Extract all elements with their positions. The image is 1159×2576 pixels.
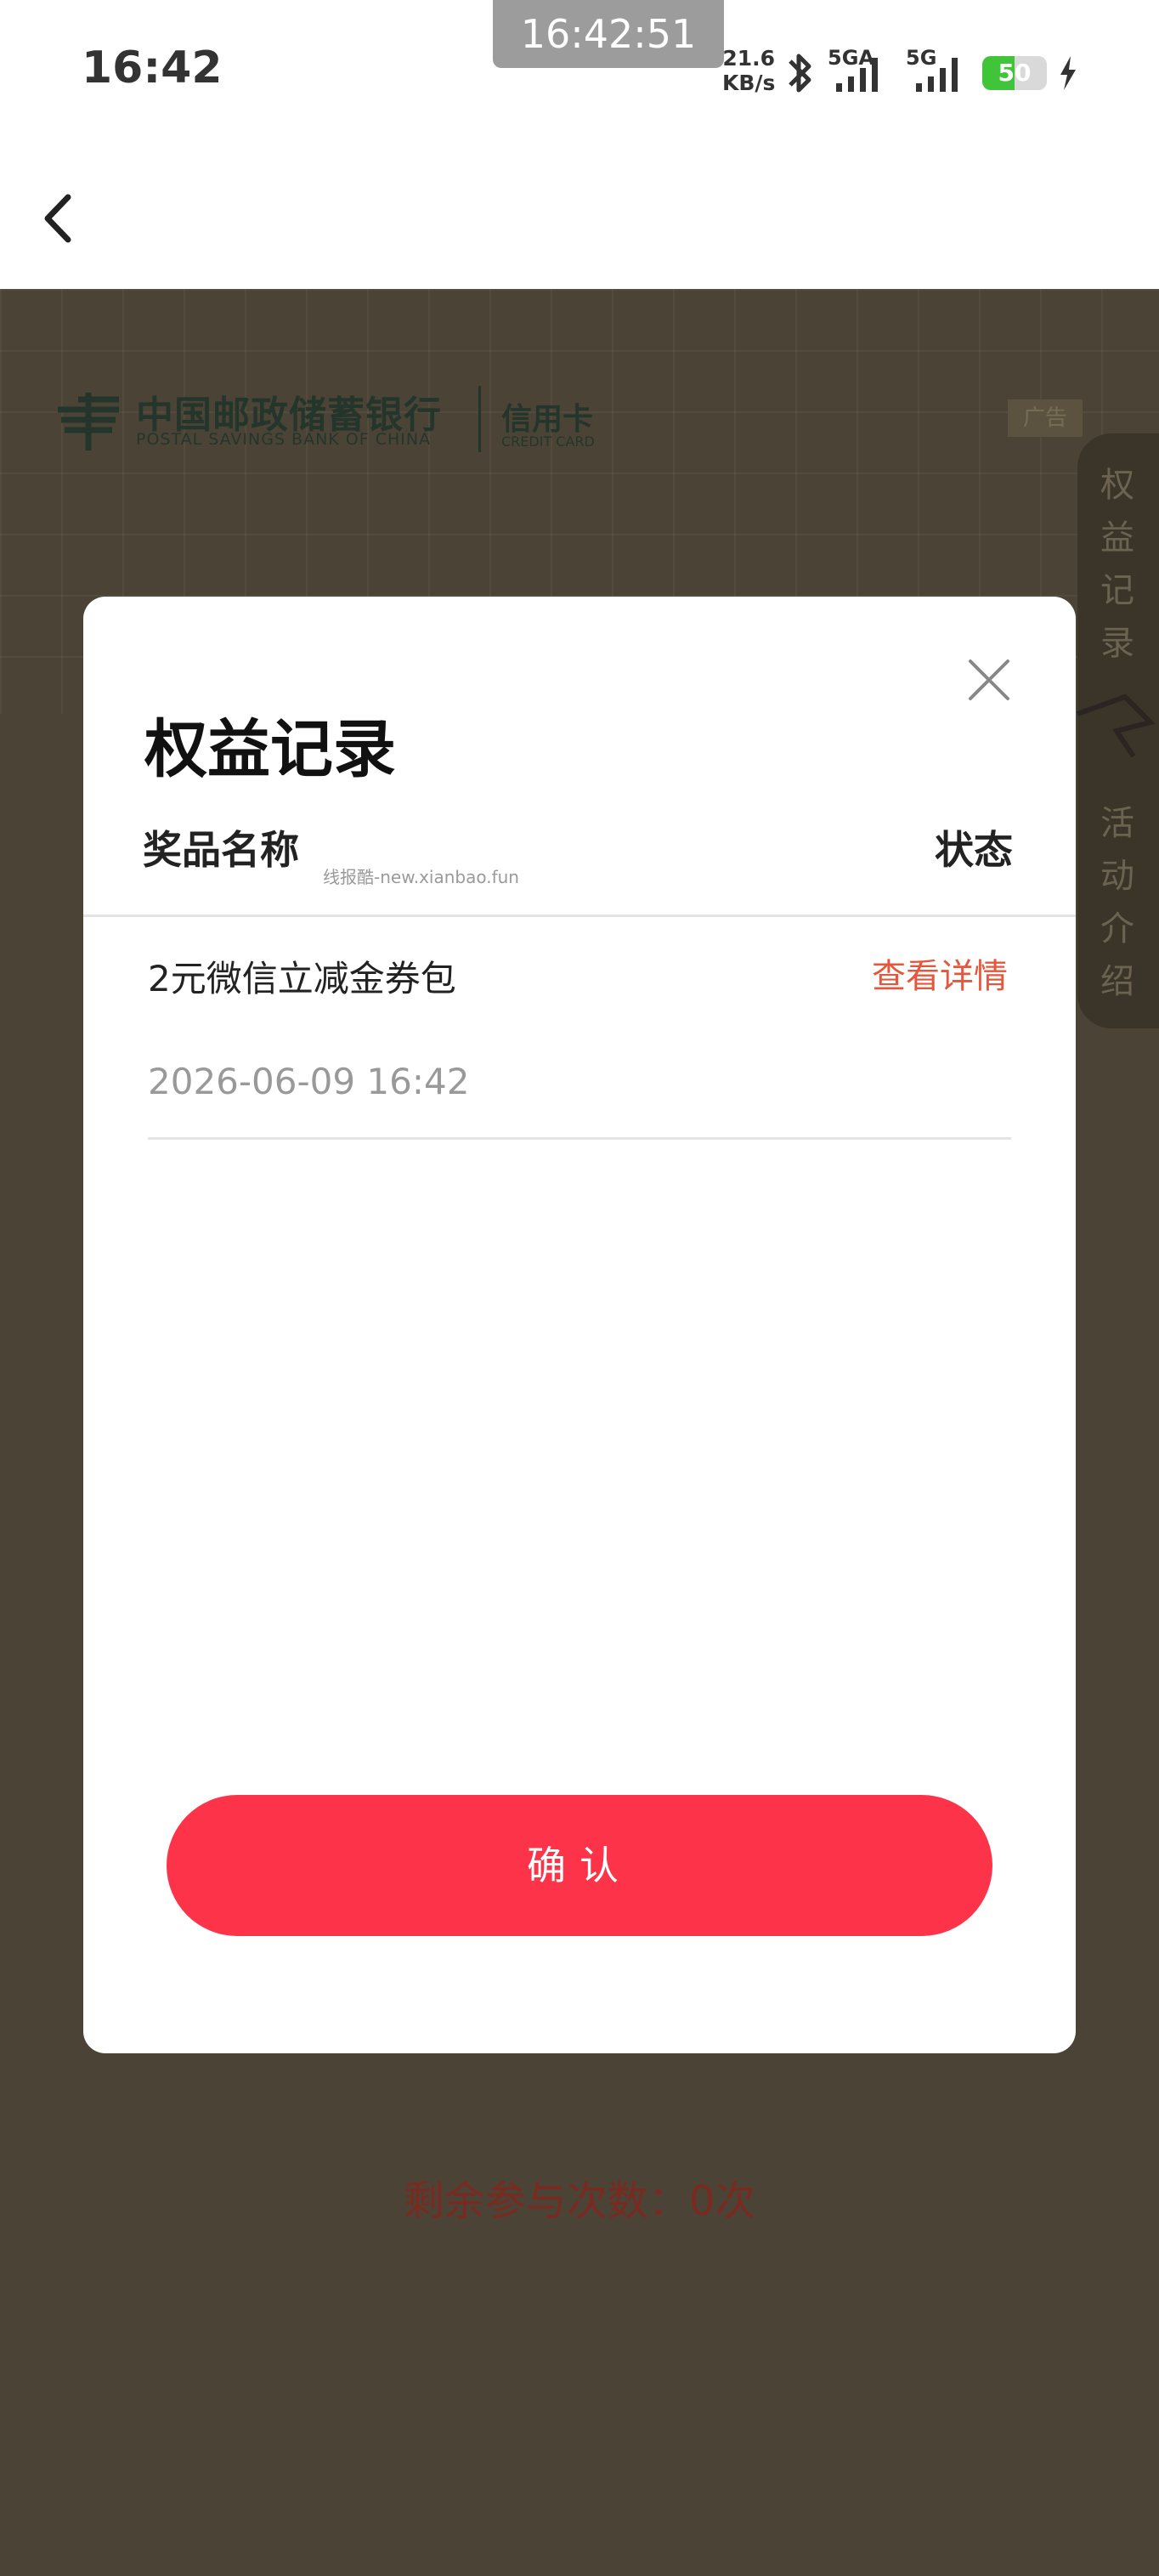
remaining-attempts: 剩余参与次数：0次 [403, 2177, 756, 2225]
credit-card-label-english: CREDIT CARD [501, 433, 595, 450]
bank-name-english: POSTAL SAVINGS BANK OF CHINA [136, 430, 432, 449]
battery-level: 50 [998, 59, 1032, 87]
column-header-prize-name: 奖品名称 [143, 827, 299, 873]
postal-bank-logo-icon [58, 393, 119, 450]
watermark: 线报酷-new.xianbao.fun [323, 867, 519, 887]
status-bar: 16:42 16:42:51 21.6 KB/s 5GA 5G 50 [0, 0, 1159, 243]
screenshot-timestamp: 16:42:51 [493, 0, 724, 68]
record-divider [148, 1137, 1011, 1140]
signal-icon [916, 58, 958, 92]
side-tab-intro[interactable]: 活动介绍 [1096, 797, 1139, 1008]
header-divider [83, 914, 1076, 917]
bluetooth-icon [789, 54, 811, 93]
record-timestamp: 2026-06-09 16:42 [148, 1061, 470, 1102]
side-tab-records[interactable]: 权益记录 [1096, 459, 1139, 670]
confirm-button[interactable]: 确认 [167, 1795, 992, 1936]
dialog-title: 权益记录 [144, 713, 396, 786]
view-details-link[interactable]: 查看详情 [872, 948, 1008, 998]
record-prize-name: 2元微信立减金券包 [148, 958, 456, 999]
chevron-left-icon[interactable] [34, 189, 85, 248]
credit-card-label: 信用卡 [501, 402, 594, 437]
signal-icon [836, 58, 878, 92]
ad-badge: 广告 [1008, 399, 1083, 437]
close-icon[interactable] [965, 656, 1013, 704]
battery-indicator: 50 [982, 56, 1047, 90]
network-speed: 21.6 KB/s [722, 46, 775, 95]
charging-icon [1060, 56, 1076, 90]
network-speed-unit: KB/s [722, 71, 776, 95]
status-time: 16:42 [82, 42, 223, 93]
zigzag-decoration-icon [1076, 694, 1156, 758]
network-speed-value: 21.6 [722, 46, 776, 71]
column-header-status: 状态 [935, 827, 1013, 873]
logo-divider [478, 386, 481, 452]
